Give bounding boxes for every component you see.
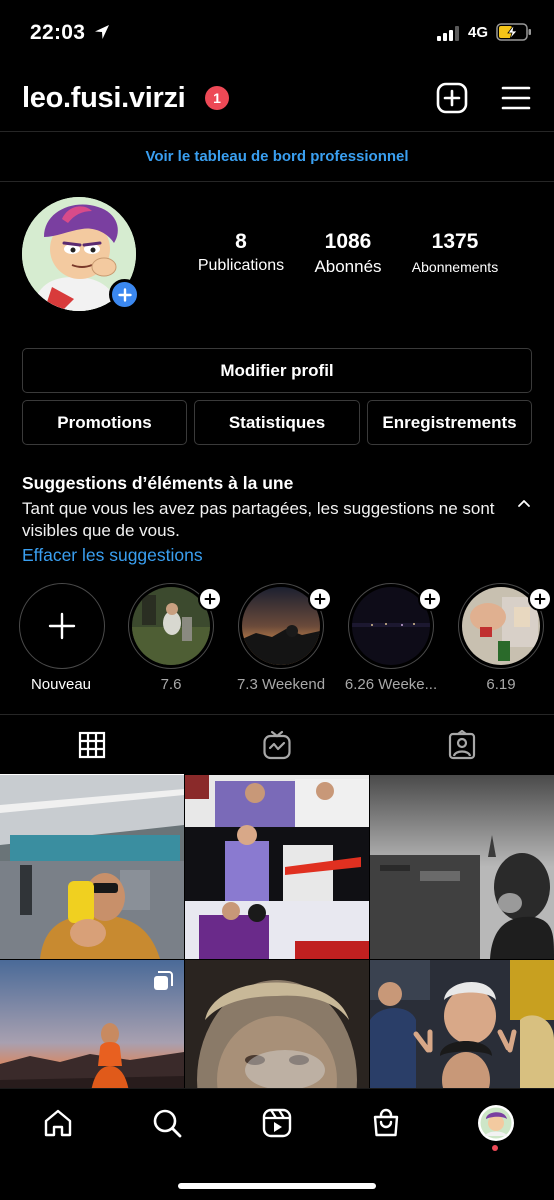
battery-icon (496, 23, 531, 41)
stat-following[interactable]: 1375 Abonnements (404, 230, 506, 275)
stat-followers[interactable]: 1086 Abonnés (300, 230, 396, 277)
add-to-highlight-button[interactable] (198, 587, 222, 611)
tab-igtv[interactable] (185, 715, 369, 775)
tab-grid[interactable] (0, 715, 184, 775)
nav-reels[interactable] (257, 1103, 297, 1143)
chevron-up-icon[interactable] (517, 497, 531, 509)
add-post-icon[interactable] (436, 82, 468, 114)
post-thumbnail[interactable] (0, 775, 184, 959)
profile-tabs (0, 714, 554, 775)
highlight-item[interactable] (348, 583, 442, 669)
add-story-button[interactable] (109, 279, 140, 310)
add-to-highlight-button[interactable] (528, 587, 552, 611)
post-thumbnail[interactable] (370, 775, 554, 959)
plus-icon (48, 612, 76, 640)
grid-icon (78, 731, 106, 758)
promotions-button[interactable]: Promotions (22, 400, 187, 445)
stat-value: 1086 (324, 230, 372, 253)
add-to-highlight-button[interactable] (418, 587, 442, 611)
nav-profile[interactable] (476, 1103, 516, 1143)
statistics-button[interactable]: Statistiques (194, 400, 360, 445)
nav-shop[interactable] (366, 1103, 406, 1143)
location-arrow-icon (95, 25, 109, 39)
activity-dot-icon (492, 1145, 498, 1151)
profile-avatar-icon (478, 1105, 514, 1141)
home-indicator[interactable] (178, 1183, 376, 1189)
plus-icon (314, 593, 326, 605)
shop-icon (373, 1108, 399, 1137)
stat-label: Abonnés (314, 257, 382, 276)
status-time: 22:03 (30, 21, 86, 44)
username[interactable]: leo.fusi.virzi (22, 82, 186, 115)
plus-icon (117, 287, 132, 302)
menu-icon[interactable] (501, 84, 531, 112)
profile-header: leo.fusi.virzi 1 (0, 66, 554, 132)
plus-icon (534, 593, 546, 605)
plus-icon (424, 593, 436, 605)
igtv-icon (263, 730, 291, 760)
network-type: 4G (468, 24, 489, 41)
stat-value: 8 (235, 230, 247, 253)
highlight-item[interactable] (128, 583, 222, 669)
professional-dashboard-banner[interactable]: Voir le tableau de bord professionnel (0, 132, 554, 182)
highlight-label: Nouveau (30, 676, 92, 693)
status-bar: 22:03 4G (0, 0, 554, 66)
clear-suggestions-link[interactable]: Effacer les suggestions (22, 545, 203, 566)
highlight-label: 6.19 (486, 676, 516, 693)
add-to-highlight-button[interactable] (308, 587, 332, 611)
highlight-label: 6.26 Weeke... (344, 676, 438, 693)
plus-icon (204, 593, 216, 605)
tagged-icon (448, 730, 476, 760)
tab-tagged[interactable] (370, 715, 554, 775)
suggestions-title: Suggestions d’éléments à la une (22, 473, 294, 493)
post-thumbnail[interactable] (185, 775, 369, 959)
highlight-item[interactable] (238, 583, 332, 669)
highlight-new[interactable] (19, 583, 105, 669)
posts-grid (0, 775, 554, 1144)
nav-search[interactable] (147, 1103, 187, 1143)
carousel-icon (154, 971, 173, 990)
reels-icon (262, 1108, 292, 1138)
stat-value: 1375 (431, 230, 479, 253)
nav-home[interactable] (38, 1103, 78, 1143)
stat-label: Abonnements (411, 259, 499, 275)
signal-icon (437, 26, 459, 41)
edit-profile-button[interactable]: Modifier profil (22, 348, 532, 393)
saved-button[interactable]: Enregistrements (367, 400, 532, 445)
stat-label: Publications (197, 257, 285, 274)
search-icon (153, 1109, 182, 1138)
home-icon (44, 1109, 72, 1137)
notification-badge[interactable]: 1 (205, 86, 229, 110)
highlight-item[interactable] (458, 583, 552, 669)
professional-dashboard-link[interactable]: Voir le tableau de bord professionnel (145, 148, 408, 165)
stat-publications[interactable]: 8 Publications (190, 230, 292, 275)
highlight-label: 7.3 Weekend (236, 676, 326, 693)
suggestions-description: Tant que vous les avez pas partagées, le… (22, 499, 495, 540)
highlight-label: 7.6 (160, 676, 182, 693)
